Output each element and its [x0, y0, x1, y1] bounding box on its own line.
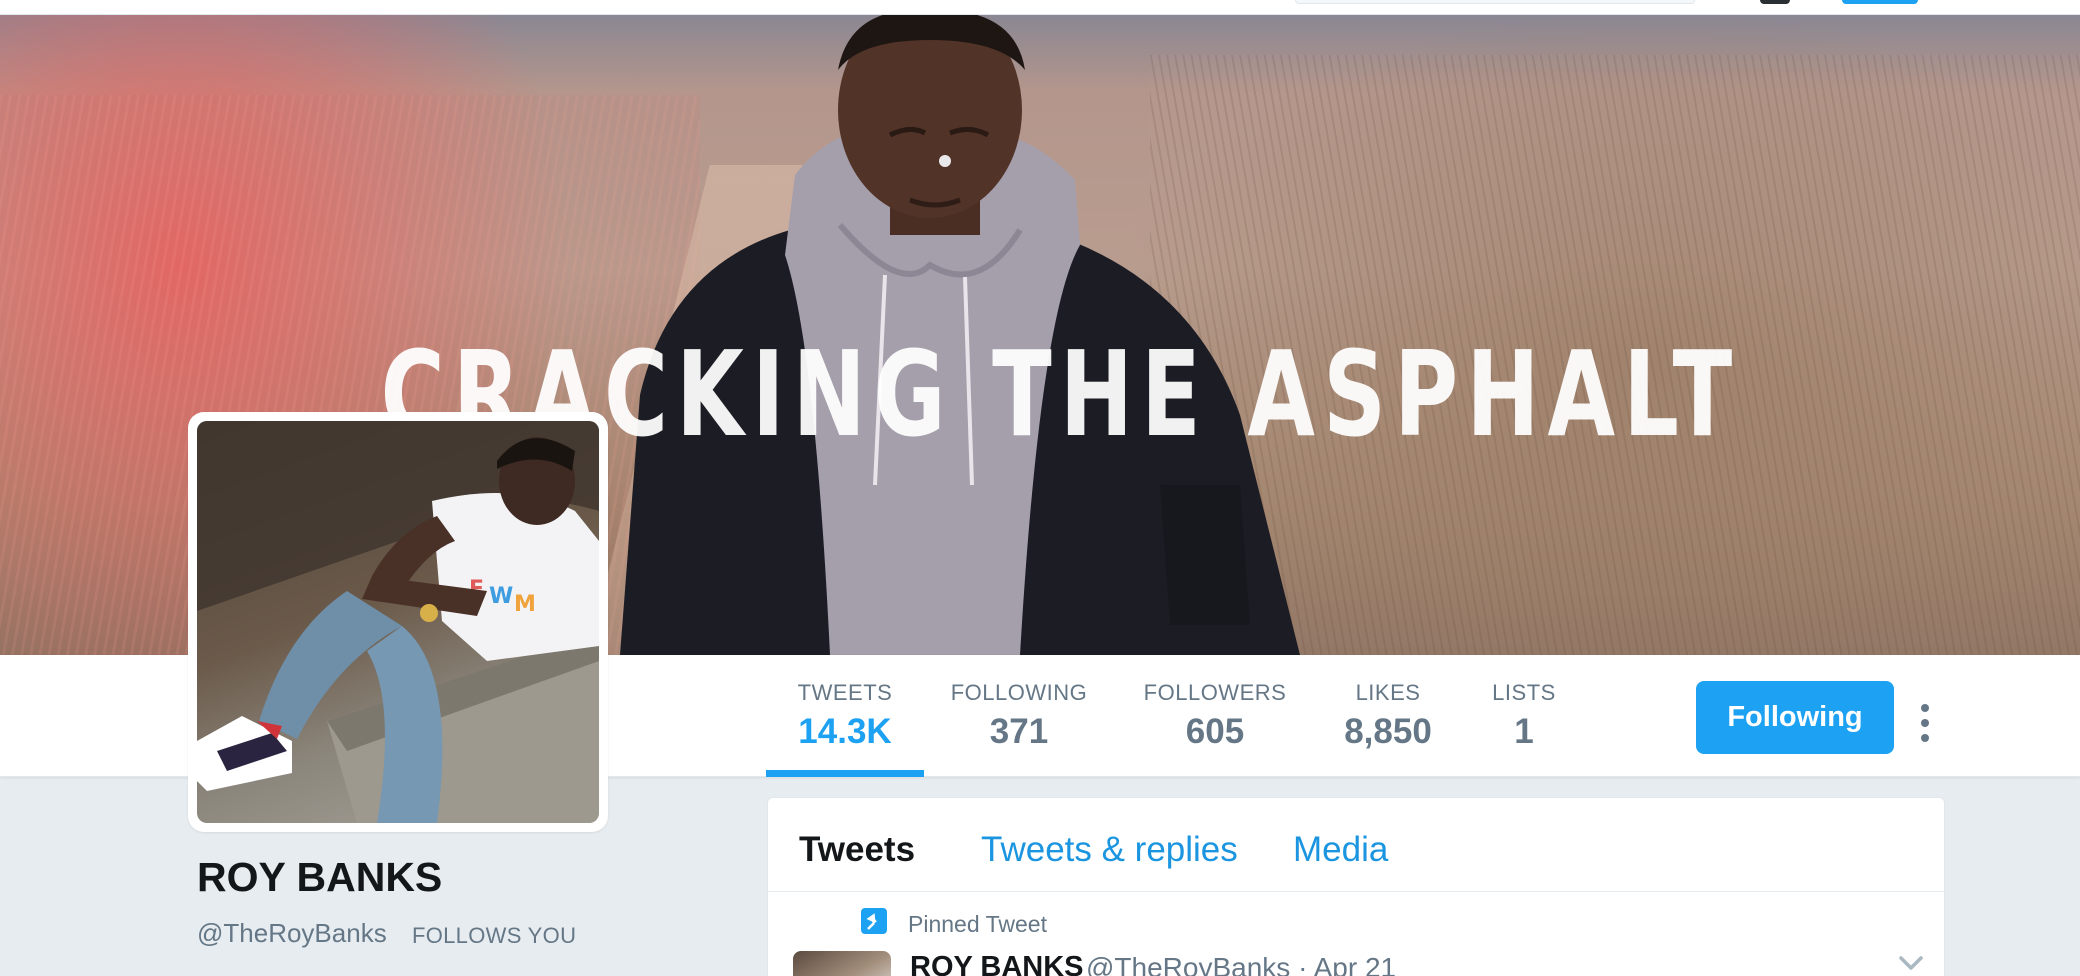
stat-tweets[interactable]: TWEETS 14.3K [766, 680, 924, 752]
stat-label: FOLLOWERS [1143, 680, 1287, 705]
stat-label: LISTS [1492, 680, 1556, 705]
following-button[interactable]: Following [1696, 681, 1894, 754]
timeline-tabs: Tweets Tweets & replies Media [768, 798, 1944, 892]
tab-media[interactable]: Media [1293, 830, 1388, 870]
stat-value: 8,850 [1344, 712, 1432, 751]
timeline-panel: Tweets Tweets & replies Media Pinned Twe… [767, 797, 1945, 976]
stat-likes[interactable]: LIKES 8,850 [1332, 680, 1444, 752]
avatar-illustration: F W M [197, 421, 599, 823]
profile-handle[interactable]: @TheRoyBanks [197, 918, 387, 949]
top-navigation-bar [0, 0, 2080, 15]
stat-value: 1 [1514, 712, 1534, 751]
svg-text:W: W [489, 584, 513, 609]
avatar-photo: F W M [197, 421, 599, 823]
active-stat-underline [766, 770, 924, 777]
stat-value: 371 [989, 712, 1049, 751]
stat-label: FOLLOWING [950, 680, 1088, 705]
stat-following[interactable]: FOLLOWING 371 [948, 680, 1090, 752]
stat-followers[interactable]: FOLLOWERS 605 [1140, 680, 1290, 752]
stat-value: 605 [1185, 712, 1245, 751]
tweet-author-name[interactable]: ROY BANKS [910, 951, 1084, 976]
compose-tweet-button[interactable] [1842, 0, 1918, 4]
pin-icon [861, 908, 887, 934]
tab-tweets-replies[interactable]: Tweets & replies [981, 830, 1238, 870]
tweet-meta[interactable]: @TheRoyBanks · Apr 21 [1086, 952, 1396, 976]
svg-text:M: M [514, 592, 536, 617]
stat-label: TWEETS [797, 680, 893, 705]
stat-value: 14.3K [798, 712, 892, 751]
account-avatar[interactable] [1760, 0, 1790, 4]
follows-you-badge: FOLLOWS YOU [412, 923, 577, 948]
profile-avatar[interactable]: F W M [188, 412, 608, 832]
tweet-avatar[interactable] [793, 951, 891, 976]
tab-tweets[interactable]: Tweets [799, 830, 915, 870]
profile-name: ROY BANKS [197, 854, 443, 900]
vertical-dots-icon[interactable] [1910, 698, 1940, 748]
stat-lists[interactable]: LISTS 1 [1486, 680, 1562, 752]
stat-label: LIKES [1355, 680, 1421, 705]
chevron-down-icon[interactable] [1896, 948, 1926, 976]
pinned-tweet-label: Pinned Tweet [908, 911, 1047, 937]
search-input[interactable] [1295, 0, 1695, 4]
